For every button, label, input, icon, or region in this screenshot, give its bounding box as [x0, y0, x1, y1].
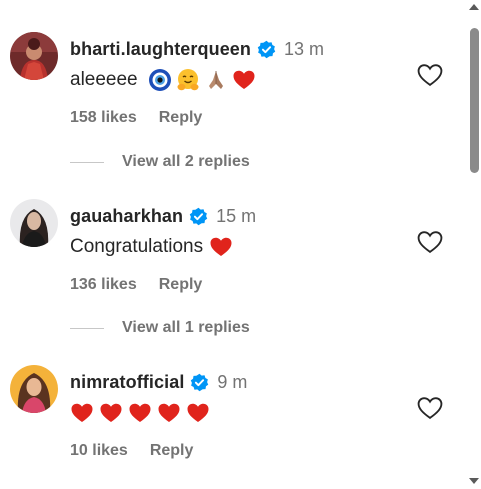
- view-replies-button[interactable]: View all 2 replies: [70, 151, 250, 173]
- red-heart-icon: [128, 401, 152, 425]
- comment-meta: 136 likes Reply: [70, 274, 202, 296]
- avatar[interactable]: [10, 199, 58, 247]
- reply-button[interactable]: Reply: [159, 276, 203, 294]
- username[interactable]: bharti.laughterqueen: [70, 39, 251, 60]
- comment-text: aleeeee: [70, 69, 138, 90]
- comment-header: nimratofficial 9 m: [70, 368, 247, 396]
- scroll-up-arrow-icon[interactable]: [469, 4, 479, 10]
- comment-header: bharti.laughterqueen 13 m: [70, 35, 324, 63]
- red-heart-icon: [209, 235, 233, 259]
- likes-count[interactable]: 158 likes: [70, 109, 137, 127]
- reply-button[interactable]: Reply: [159, 109, 203, 127]
- comments-list: bharti.laughterqueen 13 m aleeeee 158 li…: [0, 0, 464, 489]
- reply-button[interactable]: Reply: [150, 442, 194, 460]
- view-replies-label: View all 1 replies: [122, 319, 250, 336]
- red-heart-icon: [232, 68, 256, 92]
- red-heart-icon: [186, 401, 210, 425]
- comment-body: [70, 398, 215, 428]
- verified-badge-icon: [190, 373, 209, 392]
- comment-meta: 158 likes Reply: [70, 107, 202, 129]
- verified-badge-icon: [189, 207, 208, 226]
- comment-meta: 10 likes Reply: [70, 440, 193, 462]
- scrollbar[interactable]: [464, 0, 481, 489]
- comment-body: aleeeee: [70, 65, 256, 95]
- comment-text: Congratulations: [70, 236, 204, 257]
- comment-time: 13 m: [284, 38, 325, 59]
- red-heart-icon: [70, 401, 94, 425]
- comment-time: 15 m: [216, 205, 257, 226]
- view-replies-button[interactable]: View all 1 replies: [70, 317, 250, 339]
- avatar[interactable]: [10, 32, 58, 80]
- red-heart-icon: [157, 401, 181, 425]
- divider: [70, 161, 104, 163]
- view-replies-label: View all 2 replies: [122, 153, 250, 170]
- likes-count[interactable]: 10 likes: [70, 442, 128, 460]
- scroll-down-arrow-icon[interactable]: [469, 478, 479, 484]
- verified-badge-icon: [257, 40, 276, 59]
- comment-header: gauaharkhan 15 m: [70, 202, 256, 230]
- divider: [70, 327, 104, 329]
- hugging-face-icon: [176, 68, 200, 92]
- username[interactable]: gauaharkhan: [70, 206, 183, 227]
- comment-time: 9 m: [217, 371, 248, 392]
- folded-hands-icon: [204, 68, 228, 92]
- like-heart-icon[interactable]: [416, 228, 444, 256]
- like-heart-icon[interactable]: [416, 61, 444, 89]
- likes-count[interactable]: 136 likes: [70, 276, 137, 294]
- comment-body: Congratulations: [70, 232, 233, 262]
- nazar-amulet-icon: [148, 68, 172, 92]
- username[interactable]: nimratofficial: [70, 372, 184, 393]
- avatar[interactable]: [10, 365, 58, 413]
- red-heart-icon: [99, 401, 123, 425]
- scrollbar-thumb[interactable]: [470, 28, 479, 173]
- like-heart-icon[interactable]: [416, 394, 444, 422]
